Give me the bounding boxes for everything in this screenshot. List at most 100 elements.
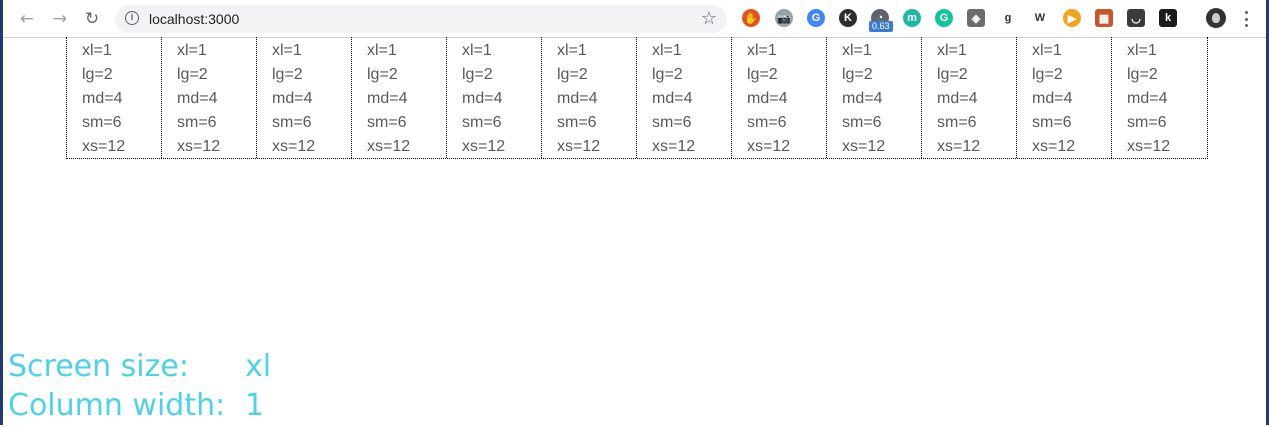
- cell-line: xs=12: [272, 138, 316, 155]
- cell-line: lg=2: [82, 66, 113, 83]
- cell-line: xl=1: [842, 42, 872, 59]
- cell-line: sm=6: [82, 114, 122, 131]
- grid-column-cell: xl=1 lg=2 md=4 sm=6 xs=12: [67, 37, 162, 158]
- cell-line: md=4: [842, 90, 883, 107]
- wikipedia-icon[interactable]: W: [1031, 9, 1049, 27]
- cell-line: md=4: [272, 90, 313, 107]
- cell-line: xs=12: [557, 138, 601, 155]
- cell-line: sm=6: [652, 114, 692, 131]
- cell-line: sm=6: [557, 114, 597, 131]
- address-url: localhost:3000: [149, 11, 240, 27]
- cell-line: md=4: [747, 90, 788, 107]
- back-arrow-icon[interactable]: ←: [16, 8, 38, 30]
- cell-line: xl=1: [177, 42, 207, 59]
- grid-column-cell: xl=1 lg=2 md=4 sm=6 xs=12: [162, 37, 257, 158]
- cell-line: xl=1: [82, 42, 112, 59]
- cell-line: md=4: [367, 90, 408, 107]
- grid-column-cell: xl=1 lg=2 md=4 sm=6 xs=12: [447, 37, 542, 158]
- cell-line: lg=2: [937, 66, 968, 83]
- cell-line: md=4: [937, 90, 978, 107]
- bookmark-star-icon[interactable]: ☆: [701, 8, 717, 29]
- g-extension-icon[interactable]: g: [999, 9, 1017, 27]
- cell-line: xs=12: [842, 138, 886, 155]
- pixel-icon[interactable]: ▦: [1095, 9, 1113, 27]
- grid-column-cell: xl=1 lg=2 md=4 sm=6 xs=12: [922, 37, 1017, 158]
- screen-size-value: xl: [245, 349, 272, 384]
- cell-line: lg=2: [1032, 66, 1063, 83]
- grid-column-cell: xl=1 lg=2 md=4 sm=6 xs=12: [542, 37, 637, 158]
- cell-line: sm=6: [367, 114, 407, 131]
- cell-line: sm=6: [937, 114, 977, 131]
- cell-line: md=4: [557, 90, 598, 107]
- translate-icon[interactable]: G: [807, 9, 825, 27]
- cell-line: lg=2: [462, 66, 493, 83]
- cell-line: xl=1: [462, 42, 492, 59]
- pocket-icon[interactable]: ◡: [1127, 9, 1145, 27]
- cell-line: sm=6: [842, 114, 882, 131]
- cell-line: sm=6: [272, 114, 312, 131]
- grammarly-icon[interactable]: G: [935, 9, 953, 27]
- speed-badge: 0.63: [869, 21, 893, 32]
- cell-line: xl=1: [652, 42, 682, 59]
- profile-avatar[interactable]: [1206, 8, 1226, 28]
- grid-column-cell: xl=1 lg=2 md=4 sm=6 xs=12: [827, 37, 922, 158]
- cell-line: md=4: [82, 90, 123, 107]
- cell-line: xl=1: [367, 42, 397, 59]
- cell-line: md=4: [1032, 90, 1073, 107]
- cell-line: sm=6: [747, 114, 787, 131]
- cell-line: md=4: [652, 90, 693, 107]
- k-extension-icon[interactable]: K: [839, 9, 857, 27]
- cell-line: xs=12: [652, 138, 696, 155]
- screen-size-label: Screen size:: [8, 349, 189, 384]
- grid-column-cell: xl=1 lg=2 md=4 sm=6 xs=12: [732, 37, 827, 158]
- cell-line: sm=6: [1127, 114, 1167, 131]
- cell-line: sm=6: [1032, 114, 1072, 131]
- cell-line: xl=1: [557, 42, 587, 59]
- cell-line: lg=2: [367, 66, 398, 83]
- site-info-icon[interactable]: i: [125, 11, 139, 25]
- cell-line: xl=1: [1032, 42, 1062, 59]
- cell-line: xl=1: [747, 42, 777, 59]
- cell-line: xs=12: [747, 138, 791, 155]
- camera-icon[interactable]: 📷: [775, 9, 793, 27]
- cell-line: xs=12: [462, 138, 506, 155]
- grid-column-cell: xl=1 lg=2 md=4 sm=6 xs=12: [257, 37, 352, 158]
- cell-line: lg=2: [1127, 66, 1158, 83]
- forward-arrow-icon[interactable]: →: [49, 8, 71, 30]
- address-bar[interactable]: i localhost:3000 ☆: [115, 5, 727, 33]
- cell-line: lg=2: [177, 66, 208, 83]
- cell-line: md=4: [177, 90, 218, 107]
- cell-line: md=4: [462, 90, 503, 107]
- cell-line: xs=12: [1127, 138, 1171, 155]
- column-width-label: Column width:: [8, 388, 226, 423]
- grid-column-cell: xl=1 lg=2 md=4 sm=6 xs=12: [1017, 37, 1112, 158]
- cell-line: md=4: [1127, 90, 1168, 107]
- reload-icon[interactable]: ↻: [81, 8, 103, 30]
- cell-line: sm=6: [462, 114, 502, 131]
- cell-line: xs=12: [937, 138, 981, 155]
- cell-line: xs=12: [82, 138, 126, 155]
- k-orange-icon[interactable]: k: [1159, 9, 1177, 27]
- cell-line: lg=2: [842, 66, 873, 83]
- play-icon[interactable]: ▶: [1063, 9, 1081, 27]
- browser-toolbar: ← → ↻ i localhost:3000 ☆ ✋ 📷 G K ◔ m G ◈ g W ▶ ▦ ◡ k …: [3, 0, 1266, 38]
- cell-line: lg=2: [747, 66, 778, 83]
- cell-line: xs=12: [367, 138, 411, 155]
- cell-line: xs=12: [177, 138, 221, 155]
- layers-icon[interactable]: ◈: [967, 9, 985, 27]
- cell-line: xl=1: [1127, 42, 1157, 59]
- cell-line: lg=2: [272, 66, 303, 83]
- cell-line: xl=1: [937, 42, 967, 59]
- ublock-icon[interactable]: ✋: [742, 9, 760, 27]
- grid-column-cell: xl=1 lg=2 md=4 sm=6 xs=12: [352, 37, 447, 158]
- cell-line: xl=1: [272, 42, 302, 59]
- cell-line: xs=12: [1032, 138, 1076, 155]
- grid-column-cell: xl=1 lg=2 md=4 sm=6 xs=12: [1112, 37, 1207, 158]
- grid-column-cell: xl=1 lg=2 md=4 sm=6 xs=12: [637, 37, 732, 158]
- column-width-value: 1: [245, 388, 265, 423]
- cell-line: lg=2: [652, 66, 683, 83]
- m-extension-icon[interactable]: m: [903, 9, 921, 27]
- column-grid: xl=1 lg=2 md=4 sm=6 xs=12 xl=1 lg=2 md=4 sm=6 xs=…: [66, 37, 1208, 159]
- cell-line: lg=2: [557, 66, 588, 83]
- menu-dots-icon[interactable]: [1241, 8, 1251, 30]
